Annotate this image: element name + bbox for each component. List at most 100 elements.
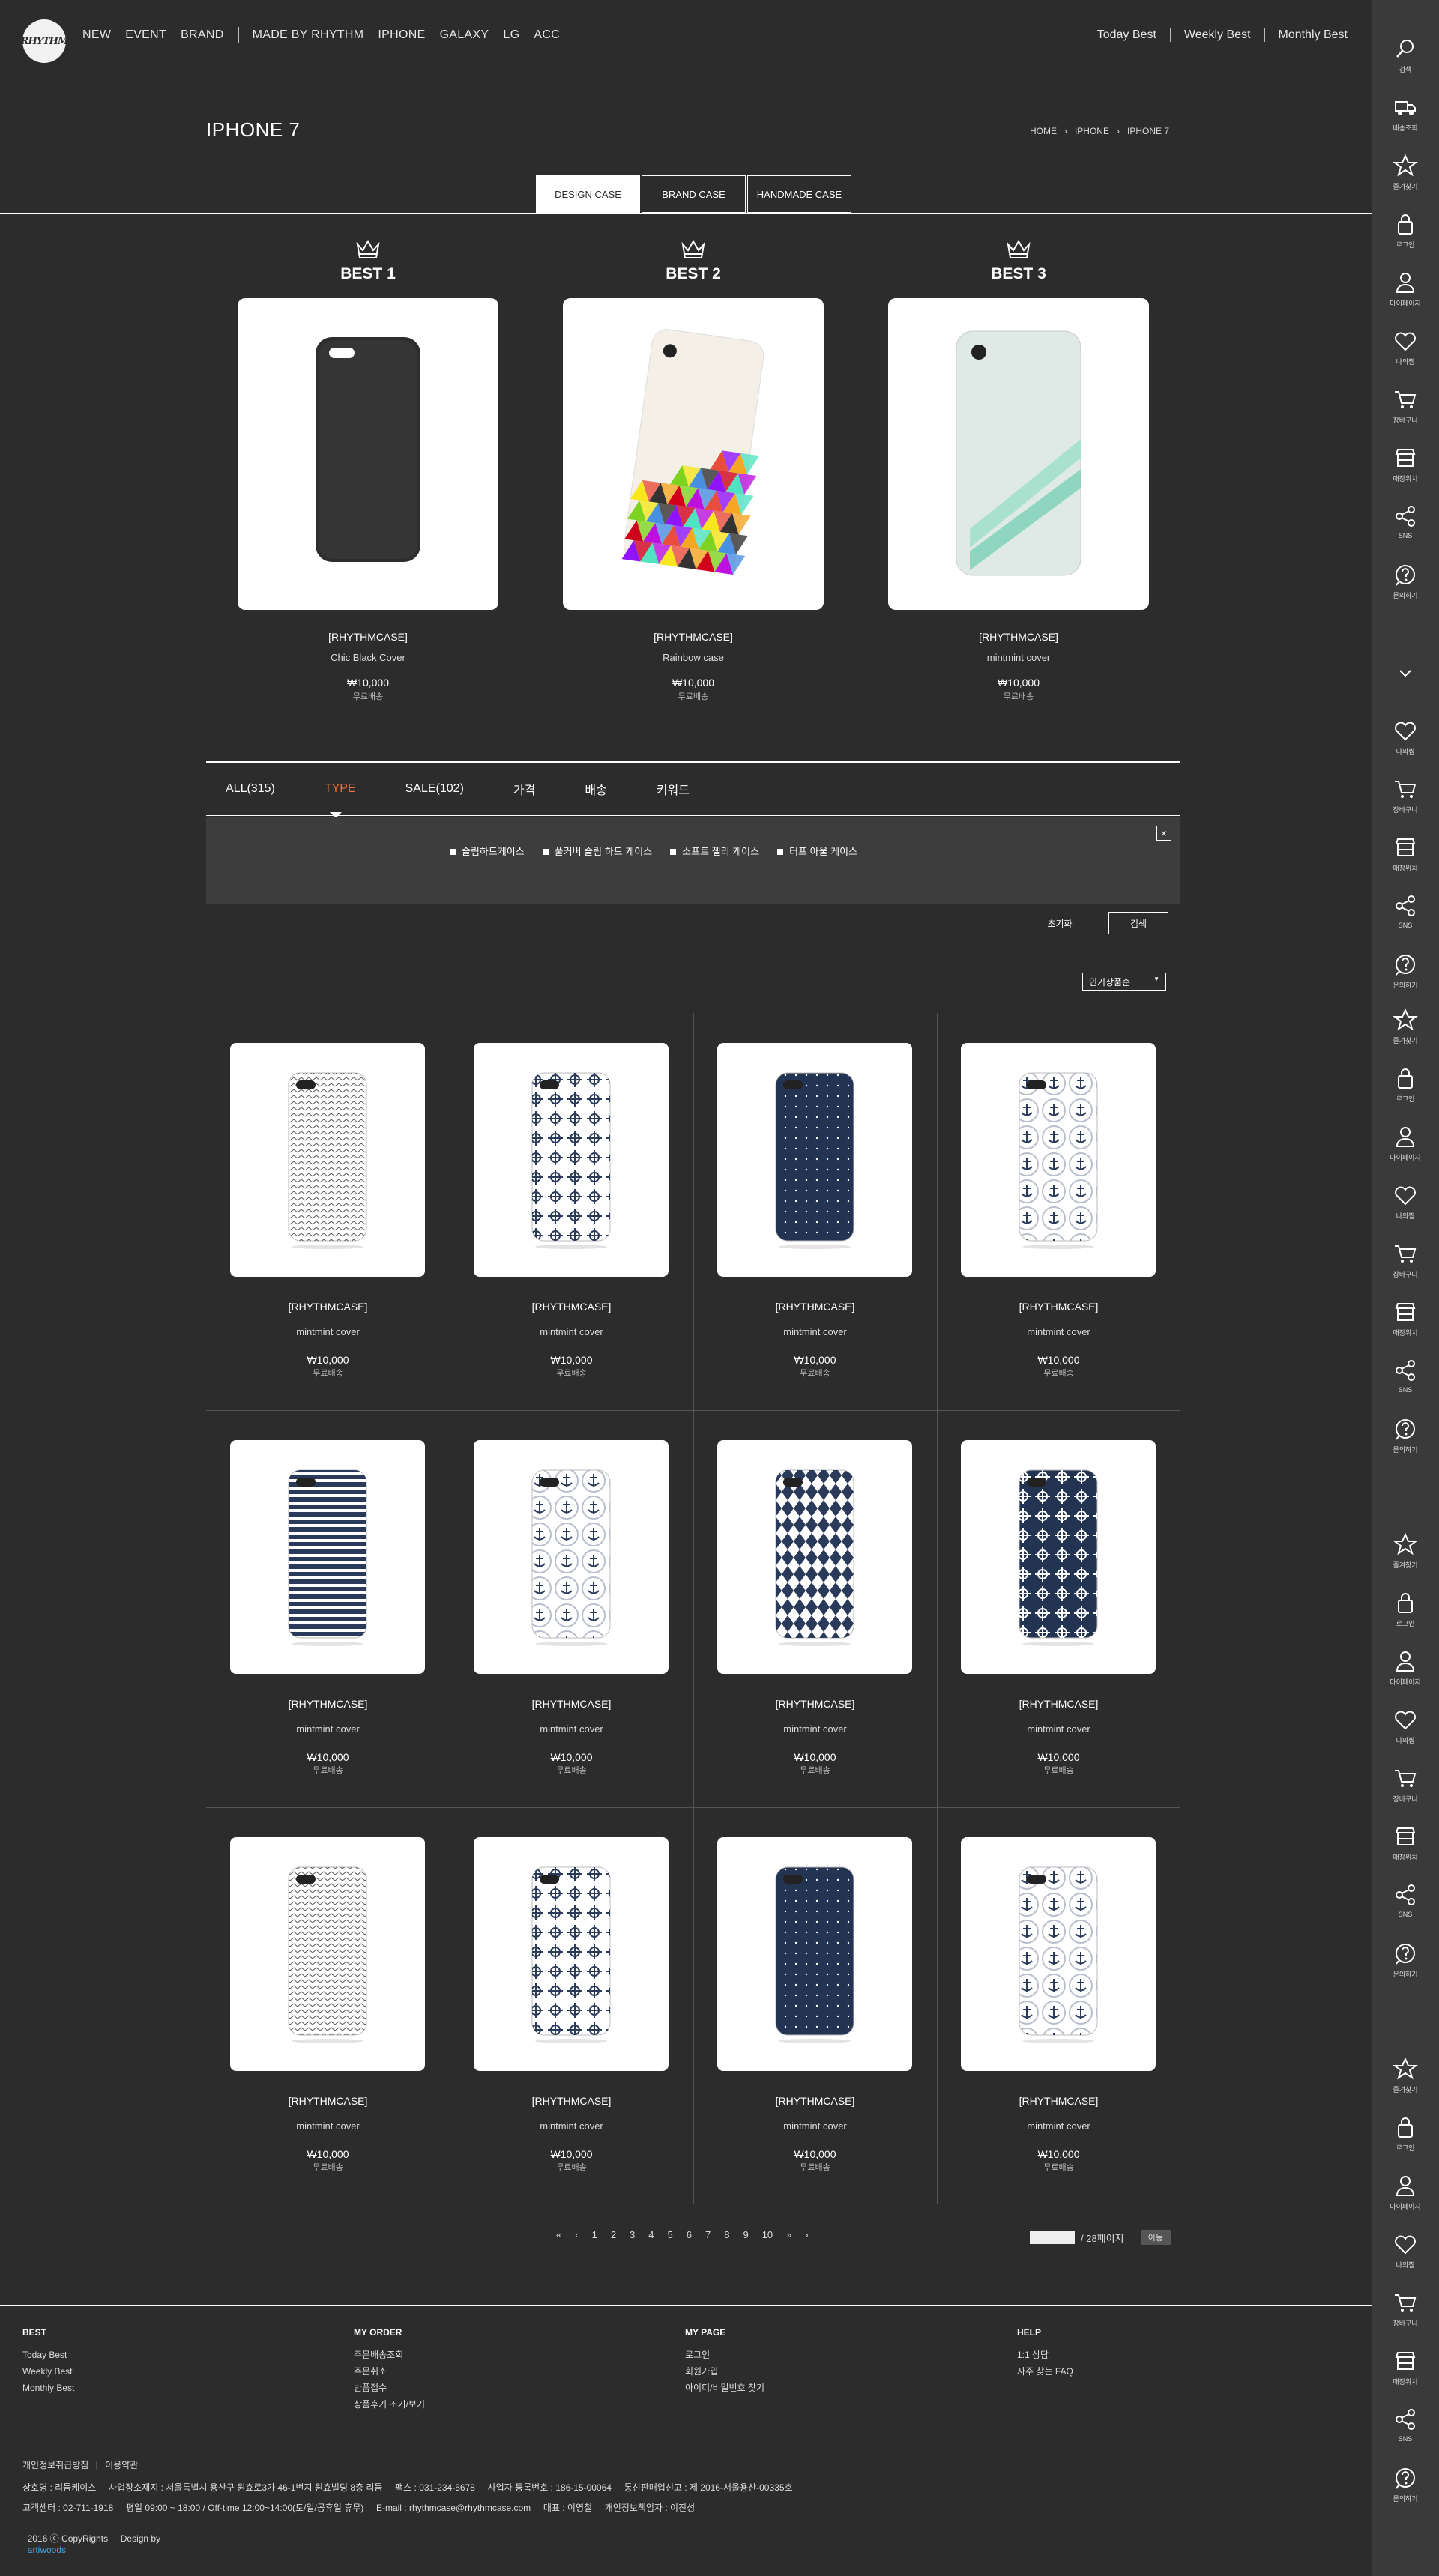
sidebar-item[interactable]: 마이페이지 xyxy=(1372,2173,1439,2211)
best-item[interactable]: BEST 2 [RHYTHMCASE] Rainbow case ₩10,000 무료배… xyxy=(563,238,824,702)
sidebar-item[interactable]: 로그인 xyxy=(1372,1065,1439,1104)
product-card[interactable]: [RHYTHMCASE] mintmint cover ₩10,000 무료배송 xyxy=(937,1807,1180,2204)
sidebar-item[interactable]: 나의찜 xyxy=(1372,1182,1439,1221)
footer-link[interactable]: 주문취소 xyxy=(354,2363,425,2380)
nav-acc[interactable]: ACC xyxy=(534,28,560,43)
page-1[interactable]: 1 xyxy=(592,2229,597,2240)
page-5[interactable]: 5 xyxy=(668,2229,673,2240)
sidebar-item[interactable]: 즐겨찾기 xyxy=(1372,153,1439,191)
page-10[interactable]: 10 xyxy=(762,2229,773,2240)
footer-link[interactable]: Weekly Best xyxy=(22,2363,74,2380)
next-group-button[interactable]: » xyxy=(786,2229,791,2240)
search-button[interactable]: 검색 xyxy=(1108,912,1168,934)
nav-event[interactable]: EVENT xyxy=(125,28,166,43)
product-card[interactable]: [RHYTHMCASE] mintmint cover ₩10,000 무료배송 xyxy=(937,1410,1180,1807)
sidebar-item[interactable]: SNS xyxy=(1372,1358,1439,1394)
footer-link[interactable]: Today Best xyxy=(22,2347,74,2363)
product-name[interactable]: mintmint cover xyxy=(450,1723,693,1735)
sidebar-item[interactable]: SNS xyxy=(1372,893,1439,929)
footer-link[interactable]: 회원가입 xyxy=(685,2363,764,2380)
sidebar-item[interactable]: 매장위치 xyxy=(1372,2348,1439,2386)
filter-tab-all[interactable]: ALL(315) xyxy=(226,782,275,796)
nav-new[interactable]: NEW xyxy=(82,28,111,43)
product-name[interactable]: mintmint cover xyxy=(206,2120,450,2132)
filter-tab-delivery[interactable]: 배송 xyxy=(585,780,606,798)
product-name[interactable]: mintmint cover xyxy=(450,1326,693,1337)
nav-iphone[interactable]: IPHONE xyxy=(378,28,425,43)
sidebar-item[interactable]: SNS xyxy=(1372,504,1439,539)
page-4[interactable]: 4 xyxy=(648,2229,654,2240)
sidebar-item[interactable] xyxy=(1372,661,1439,689)
tab-brand-case[interactable]: BRAND CASE xyxy=(642,175,746,213)
sidebar-item[interactable]: 로그인 xyxy=(1372,2114,1439,2153)
product-image[interactable] xyxy=(474,1440,669,1674)
sidebar-item[interactable]: 나의찜 xyxy=(1372,718,1439,756)
product-image[interactable] xyxy=(961,1043,1156,1277)
next-page-button[interactable]: › xyxy=(805,2229,808,2240)
sidebar-item[interactable]: 즐겨찾기 xyxy=(1372,1007,1439,1045)
close-icon[interactable]: × xyxy=(1156,826,1171,841)
product-image[interactable] xyxy=(230,1440,425,1674)
tab-handmade-case[interactable]: HANDMADE CASE xyxy=(747,175,851,213)
page-3[interactable]: 3 xyxy=(630,2229,635,2240)
filter-tab-price[interactable]: 가격 xyxy=(513,780,535,798)
product-image[interactable] xyxy=(717,1440,912,1674)
sidebar-item[interactable]: 마이페이지 xyxy=(1372,270,1439,308)
product-image[interactable] xyxy=(888,298,1149,610)
filter-option[interactable]: 풀커버 슬림 하드 케이스 xyxy=(543,844,652,858)
sidebar-item[interactable]: 장바구니 xyxy=(1372,2290,1439,2328)
go-button[interactable]: 이동 xyxy=(1140,2230,1171,2245)
page-8[interactable]: 8 xyxy=(724,2229,729,2240)
sidebar-item[interactable]: SNS xyxy=(1372,2407,1439,2443)
sidebar-item[interactable]: 즐겨찾기 xyxy=(1372,1532,1439,1570)
sidebar-item[interactable]: 매장위치 xyxy=(1372,835,1439,873)
product-name[interactable]: Rainbow case xyxy=(563,652,824,663)
product-image[interactable] xyxy=(961,1837,1156,2071)
filter-option[interactable]: 터프 아울 케이스 xyxy=(777,844,857,858)
page-number-input[interactable] xyxy=(1030,2231,1075,2244)
footer-link[interactable]: 자주 찾는 FAQ xyxy=(1017,2363,1073,2380)
filter-option[interactable]: 슬림하드케이스 xyxy=(450,844,525,858)
nav-galaxy[interactable]: GALAXY xyxy=(440,28,489,43)
product-image[interactable] xyxy=(474,1043,669,1277)
designer-link[interactable]: artiwoods xyxy=(28,2545,66,2555)
product-image[interactable] xyxy=(717,1837,912,2071)
prev-page-button[interactable]: ‹ xyxy=(575,2229,578,2240)
page-2[interactable]: 2 xyxy=(611,2229,616,2240)
weekly-best-link[interactable]: Weekly Best xyxy=(1169,28,1264,42)
product-card[interactable]: [RHYTHMCASE] mintmint cover ₩10,000 무료배송 xyxy=(450,1410,693,1807)
sidebar-item[interactable]: 배송조회 xyxy=(1372,94,1439,133)
product-image[interactable] xyxy=(717,1043,912,1277)
terms-link[interactable]: 이용약관 xyxy=(105,2460,138,2470)
sidebar-item[interactable]: 매장위치 xyxy=(1372,445,1439,483)
sidebar-item[interactable]: 문의하기 xyxy=(1372,1941,1439,1979)
product-name[interactable]: mintmint cover xyxy=(937,1723,1180,1735)
product-card[interactable]: [RHYTHMCASE] mintmint cover ₩10,000 무료배송 xyxy=(206,1410,450,1807)
product-card[interactable]: [RHYTHMCASE] mintmint cover ₩10,000 무료배송 xyxy=(206,1013,450,1410)
footer-link[interactable]: Monthly Best xyxy=(22,2380,74,2396)
sidebar-item[interactable]: 장바구니 xyxy=(1372,1241,1439,1279)
best-item[interactable]: BEST 3 [RHYTHMCASE] mintmint cover ₩10,000 무… xyxy=(888,238,1149,702)
footer-link[interactable]: 반품접수 xyxy=(354,2380,425,2396)
product-card[interactable]: [RHYTHMCASE] mintmint cover ₩10,000 무료배송 xyxy=(693,1013,937,1410)
tab-design-case[interactable]: DESIGN CASE xyxy=(536,175,640,213)
product-name[interactable]: mintmint cover xyxy=(206,1723,450,1735)
sidebar-item[interactable]: 장바구니 xyxy=(1372,1765,1439,1803)
sidebar-item[interactable]: 문의하기 xyxy=(1372,1416,1439,1454)
nav-lg[interactable]: LG xyxy=(503,28,519,43)
sidebar-item[interactable]: 문의하기 xyxy=(1372,562,1439,600)
footer-link[interactable]: 로그인 xyxy=(685,2347,764,2363)
product-name[interactable]: mintmint cover xyxy=(937,2120,1180,2132)
sidebar-item[interactable]: 마이페이지 xyxy=(1372,1124,1439,1162)
sidebar-item[interactable]: 나의찜 xyxy=(1372,328,1439,366)
page-9[interactable]: 9 xyxy=(743,2229,748,2240)
footer-link[interactable]: 상품후기 조기/보기 xyxy=(354,2396,425,2413)
product-image[interactable] xyxy=(238,298,498,610)
sidebar-item[interactable]: SNS xyxy=(1372,1882,1439,1918)
nav-made-by-rhythm[interactable]: MADE BY RHYTHM xyxy=(253,28,364,43)
product-card[interactable]: [RHYTHMCASE] mintmint cover ₩10,000 무료배송 xyxy=(450,1013,693,1410)
filter-tab-type[interactable]: TYPE xyxy=(325,782,356,796)
page-7[interactable]: 7 xyxy=(705,2229,711,2240)
product-name[interactable]: mintmint cover xyxy=(888,652,1149,663)
product-name[interactable]: mintmint cover xyxy=(693,2120,937,2132)
